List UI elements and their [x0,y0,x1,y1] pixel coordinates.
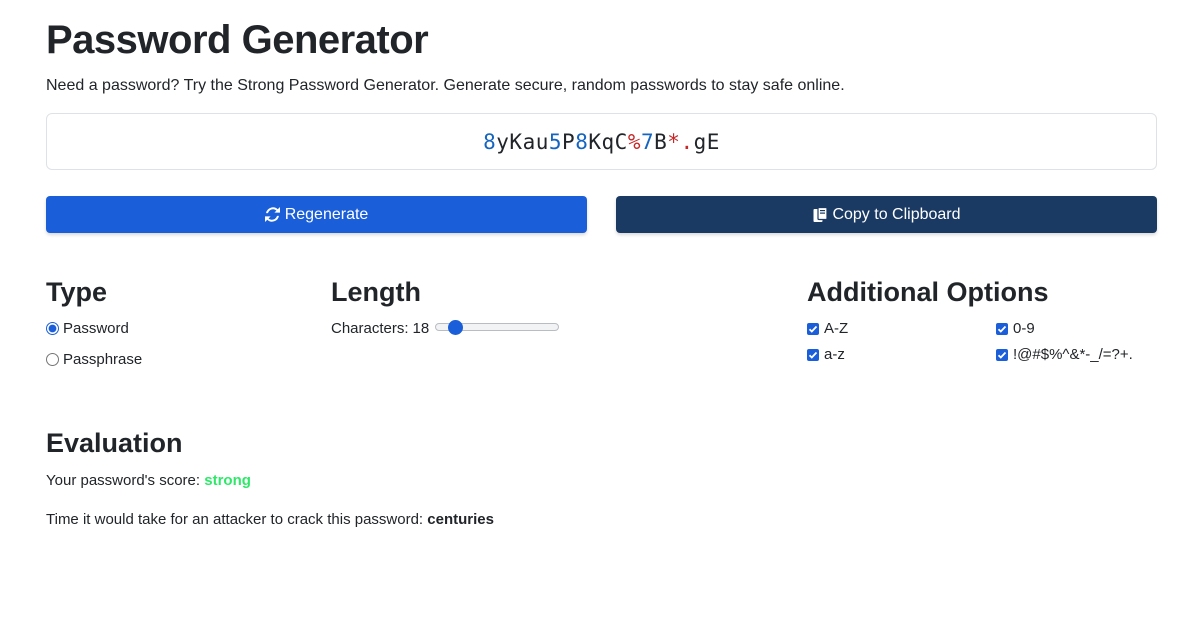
copy-to-clipboard-button[interactable]: Copy to Clipboard [616,196,1157,233]
type-heading: Type [46,277,108,307]
score-label: Your password's score: [46,472,201,489]
password-char: P [562,129,576,154]
option-lowercase[interactable]: a-z [807,346,845,363]
password-char: a [522,129,536,154]
password-char: 8 [575,129,589,154]
password-char: 7 [640,129,655,154]
characters-label: Characters: [331,319,409,337]
password-char: K [509,129,523,154]
evaluation-heading: Evaluation [46,428,183,458]
password-char: q [601,129,615,154]
password-char: E [706,129,720,154]
clipboard-icon [812,206,828,223]
uppercase-label: A-Z [824,320,849,337]
slider-thumb[interactable] [448,320,464,335]
option-symbols[interactable]: !@#$%^&*-_/=?+. [996,346,1133,363]
option-digits[interactable]: 0-9 [996,320,1035,337]
option-uppercase[interactable]: A-Z [807,320,848,337]
password-char: . [680,129,694,154]
crack-time-label: Time it would take for an attacker to cr… [46,511,424,528]
password-char: 8 [483,129,497,154]
password-text: 8yKau5P8KqC%7B*.gE [483,130,720,154]
lowercase-checkbox[interactable] [807,348,819,361]
password-char: y [496,129,510,154]
length-slider[interactable] [435,318,560,338]
crack-time-line: Time it would take for an attacker to cr… [46,511,494,528]
crack-time-value: centuries [427,511,494,528]
uppercase-checkbox[interactable] [807,322,819,335]
type-option-password[interactable]: Password [46,320,129,337]
length-heading: Length [331,277,421,307]
page-subtitle: Need a password? Try the Strong Password… [46,77,845,94]
password-char: g [693,129,707,154]
password-radio[interactable] [46,322,59,335]
password-char: C [614,129,628,154]
regenerate-button[interactable]: Regenerate [46,196,587,233]
digits-label: 0-9 [1013,320,1035,337]
score-line: Your password's score: strong [46,472,251,489]
digits-checkbox[interactable] [996,322,1008,335]
symbols-checkbox[interactable] [996,348,1008,361]
password-display[interactable]: 8yKau5P8KqC%7B*.gE [46,113,1157,170]
length-control: Characters: 18 [331,318,560,338]
type-option-passphrase[interactable]: Passphrase [46,351,142,368]
symbols-label: !@#$%^&*-_/=?+. [1013,346,1133,363]
password-radio-label: Password [63,320,129,337]
additional-options-heading: Additional Options [807,277,1049,307]
page-title: Password Generator [46,18,429,62]
password-char: 5 [548,129,563,154]
characters-value: 18 [412,319,430,337]
password-char: * [667,129,681,154]
copy-label: Copy to Clipboard [832,205,961,223]
lowercase-label: a-z [824,346,845,363]
password-char: K [588,129,602,154]
score-value: strong [204,472,251,489]
refresh-icon [265,207,281,223]
passphrase-radio[interactable] [46,353,59,366]
password-char: B [654,129,668,154]
regenerate-label: Regenerate [284,205,369,223]
password-char: u [535,129,549,154]
passphrase-radio-label: Passphrase [63,351,143,368]
password-char: % [627,129,641,154]
